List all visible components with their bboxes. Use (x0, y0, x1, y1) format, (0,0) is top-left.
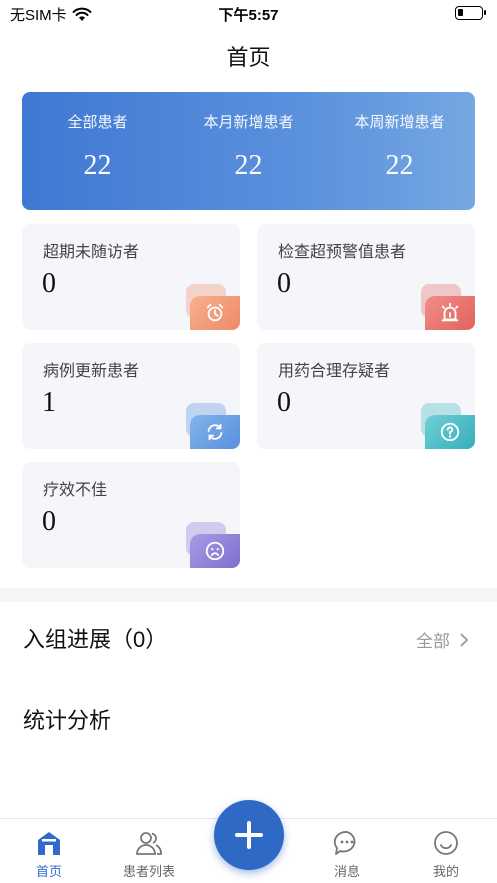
alarm-clock-icon (190, 296, 240, 330)
stat-card-medication-doubt[interactable]: 用药合理存疑者 0 (257, 343, 475, 449)
stat-card-poor-efficacy[interactable]: 疗效不佳 0 (22, 462, 240, 568)
section-divider (0, 588, 497, 602)
tab-mine[interactable]: 我的 (406, 829, 486, 880)
stat-label: 检查超预警值患者 (278, 244, 407, 261)
summary-label: 全部患者 (67, 114, 128, 131)
summary-all-patients[interactable]: 全部患者 22 (22, 92, 173, 210)
summary-value: 22 (385, 150, 414, 181)
tab-label: 我的 (432, 864, 459, 879)
analysis-title: 统计分析 (23, 708, 112, 733)
page-title: 首页 (226, 45, 271, 70)
status-bar: 无SIM卡 下午5:57 (0, 0, 497, 28)
home-icon (38, 832, 60, 855)
tab-label: 患者列表 (122, 864, 175, 879)
patient-summary-card: 全部患者 22 本月新增患者 22 本周新增患者 22 (22, 92, 475, 210)
sad-face-icon (190, 534, 240, 568)
battery-icon (455, 6, 486, 20)
alert-beacon-icon (425, 296, 475, 330)
stat-value: 0 (42, 506, 56, 537)
smiley-icon (434, 831, 458, 855)
stat-value: 1 (42, 387, 56, 418)
summary-month-new[interactable]: 本月新增患者 22 (173, 92, 324, 210)
tab-patient-list[interactable]: 患者列表 (109, 829, 189, 880)
tab-label: 消息 (333, 864, 360, 879)
chevron-right-icon (460, 633, 469, 646)
stat-label: 用药合理存疑者 (278, 363, 391, 380)
stat-value: 0 (42, 268, 56, 299)
users-icon (136, 832, 162, 855)
all-link-label: 全部 (416, 632, 450, 651)
tab-label: 首页 (35, 864, 62, 879)
refresh-icon (190, 415, 240, 449)
add-button[interactable] (214, 800, 284, 870)
stat-card-overdue-followup[interactable]: 超期未随访者 0 (22, 224, 240, 330)
summary-value: 22 (83, 150, 112, 181)
question-icon (425, 415, 475, 449)
plus-icon (235, 821, 263, 849)
stat-card-warning-exam[interactable]: 检查超预警值患者 0 (257, 224, 475, 330)
stat-card-case-update[interactable]: 病例更新患者 1 (22, 343, 240, 449)
summary-label: 本月新增患者 (203, 114, 294, 131)
tab-messages[interactable]: 消息 (307, 829, 387, 880)
summary-week-new[interactable]: 本周新增患者 22 (324, 92, 475, 210)
stat-label: 超期未随访者 (43, 244, 140, 261)
summary-label: 本周新增患者 (354, 114, 445, 131)
stat-value: 0 (277, 387, 291, 418)
status-time: 下午5:57 (218, 7, 279, 24)
enrollment-title: 入组进展（0） (23, 627, 168, 652)
enrollment-all-link[interactable]: 全部 (416, 627, 469, 652)
stat-value: 0 (277, 268, 291, 299)
summary-value: 22 (234, 150, 263, 181)
stat-label: 疗效不佳 (43, 482, 108, 499)
stat-label: 病例更新患者 (43, 363, 140, 380)
tab-home[interactable]: 首页 (9, 829, 89, 880)
chat-bubble-icon (333, 831, 356, 855)
